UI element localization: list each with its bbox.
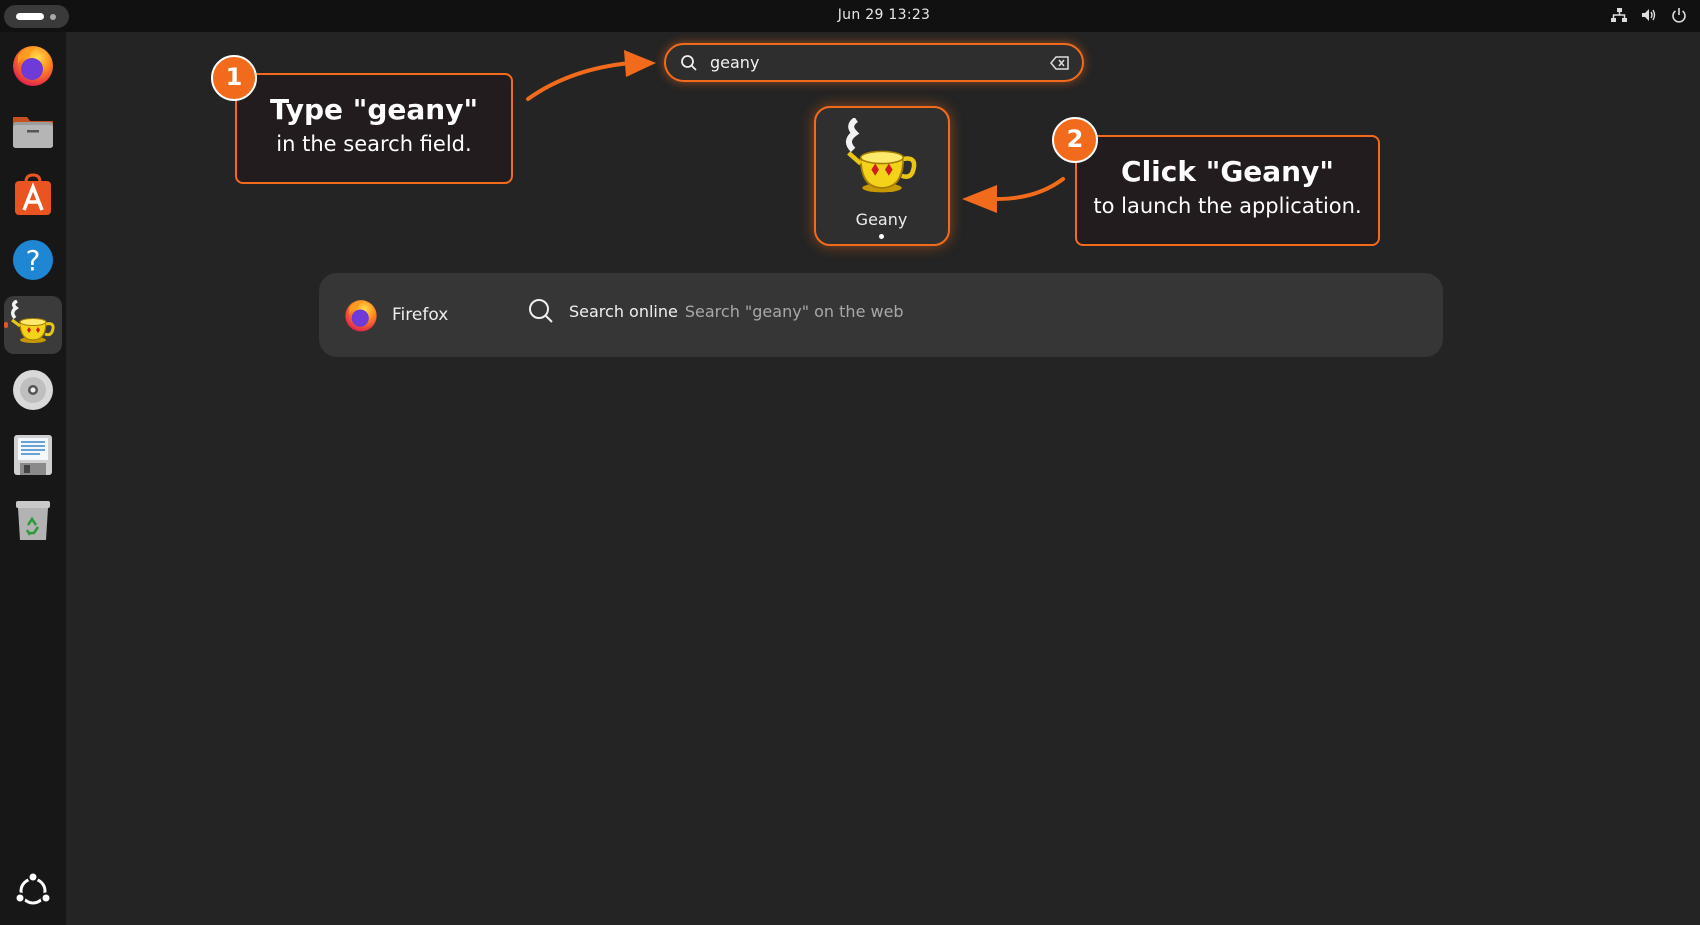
arrow-to-geany <box>962 177 1065 213</box>
network-icon[interactable] <box>1610 6 1628 24</box>
geany-icon <box>11 300 55 343</box>
svg-text:?: ? <box>26 244 41 277</box>
system-tray[interactable] <box>1610 6 1688 24</box>
firefox-icon <box>13 46 53 86</box>
callout-subtext: to launch the application. <box>1093 194 1362 218</box>
geany-icon <box>844 116 920 204</box>
app-label: Geany <box>855 210 908 229</box>
app-result-geany[interactable]: Geany <box>814 106 950 246</box>
power-icon[interactable] <box>1670 6 1688 24</box>
folder-icon <box>13 117 53 148</box>
disc-icon <box>13 370 53 410</box>
volume-icon[interactable] <box>1640 6 1658 24</box>
search-input[interactable]: geany <box>664 43 1084 82</box>
dock-app-center[interactable] <box>4 166 62 224</box>
provider-name: Firefox <box>392 305 449 325</box>
search-text[interactable]: geany <box>710 53 759 72</box>
callout-heading: Type "geany" <box>269 93 479 126</box>
step-badge-1: 1 <box>211 55 257 101</box>
app-store-icon <box>15 173 51 215</box>
ubuntu-logo-icon <box>14 871 52 905</box>
dock-files[interactable] <box>4 101 62 159</box>
search-providers-panel: Firefox Search online Search "geany" on … <box>319 273 1443 357</box>
firefox-icon <box>345 300 377 332</box>
top-bar: Jun 29 13:23 <box>0 0 1700 32</box>
search-online-title: Search online <box>569 301 678 321</box>
callout-step-2: Click "Geany" to launch the application. <box>1075 135 1380 246</box>
floppy-document-icon <box>14 435 52 475</box>
search-online-result[interactable]: Search online Search "geany" on the web <box>527 297 904 325</box>
clear-search-icon[interactable] <box>1050 55 1070 75</box>
dock-geany[interactable] <box>4 296 62 354</box>
running-indicator <box>879 234 884 239</box>
search-icon <box>529 299 553 323</box>
callout-subtext: in the search field. <box>276 132 472 156</box>
dock-firefox[interactable] <box>4 36 62 94</box>
help-icon: ? <box>13 240 53 280</box>
step-badge-2: 2 <box>1052 117 1098 163</box>
dock-disc[interactable] <box>4 361 62 419</box>
running-indicator <box>4 322 8 328</box>
dock: ? <box>0 32 66 925</box>
dock-help[interactable]: ? <box>4 231 62 289</box>
arrow-to-search <box>526 50 656 101</box>
dock-trash[interactable] <box>4 491 62 549</box>
callout-heading: Click "Geany" <box>1121 155 1334 188</box>
search-icon <box>680 54 698 76</box>
provider-firefox[interactable]: Firefox <box>343 297 448 333</box>
callout-step-1: Type "geany" in the search field. <box>235 73 513 184</box>
show-apps-button[interactable] <box>4 862 62 920</box>
dock-writer[interactable] <box>4 426 62 484</box>
search-online-description: Search "geany" on the web <box>684 301 904 321</box>
trash-icon <box>16 501 50 540</box>
clock[interactable]: Jun 29 13:23 <box>0 7 1700 23</box>
